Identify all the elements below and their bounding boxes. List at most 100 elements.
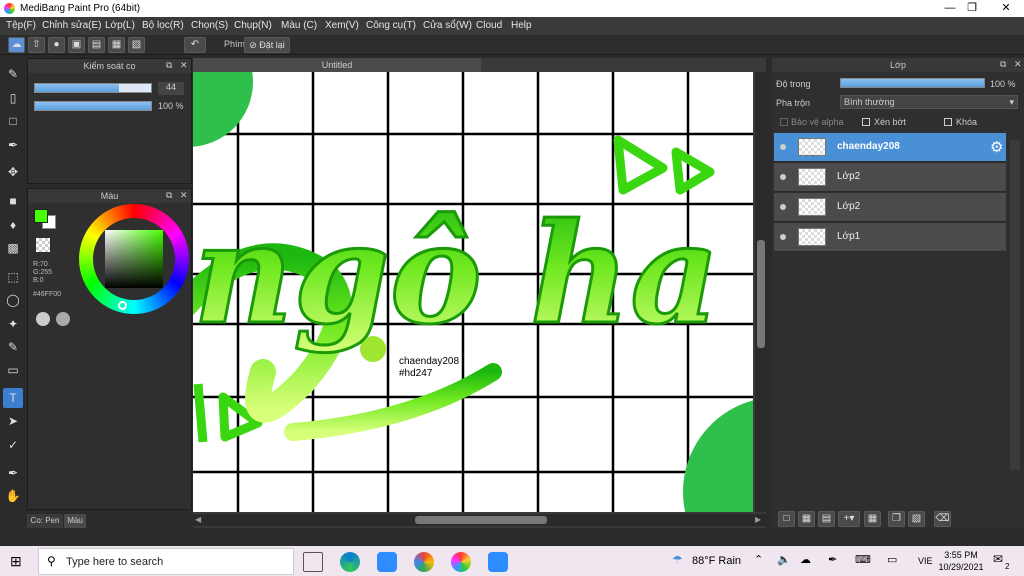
palette-alt-icon[interactable] [56, 312, 70, 326]
protect-alpha-checkbox[interactable] [780, 118, 788, 126]
duplicate-icon[interactable]: ❐ [888, 511, 905, 527]
tab-brush[interactable]: Co: Pen [27, 514, 63, 528]
visibility-icon[interactable] [780, 204, 786, 210]
visibility-icon[interactable] [780, 144, 786, 150]
brush-size-value[interactable]: 44 [158, 82, 184, 95]
hue-handle[interactable] [118, 301, 127, 310]
magic-wand-icon[interactable]: ✦ [3, 314, 23, 334]
display-icon[interactable]: ▭ [887, 553, 897, 566]
gradient-tool-icon[interactable]: ▩ [3, 238, 23, 258]
lasso-tool-icon[interactable]: ◯ [3, 290, 23, 310]
rect-tool-icon[interactable]: □ [3, 111, 23, 131]
brush-opacity-slider[interactable] [34, 101, 152, 111]
volume-icon[interactable]: 🔈 [777, 553, 791, 566]
windows-start-icon[interactable]: ⊞ [10, 553, 22, 570]
new-halftone-layer-icon[interactable]: ▦ [798, 511, 815, 527]
menu-cloud[interactable]: Cloud [476, 20, 502, 31]
reset-button[interactable]: ⊘ Đặt lại [244, 37, 290, 53]
select-pen-icon[interactable]: ✎ [3, 337, 23, 357]
tab-color[interactable]: Màu [64, 514, 86, 528]
layer-opacity-slider[interactable] [840, 78, 985, 88]
language-indicator[interactable]: VIE [918, 556, 933, 566]
menu-capture[interactable]: Chụp(N) [234, 20, 272, 31]
layer-row[interactable]: Lớp2 [774, 193, 1006, 222]
vertical-scrollbar[interactable] [755, 72, 767, 512]
comment-icon[interactable]: ● [48, 37, 65, 53]
cloud-icon[interactable]: ☁ [8, 37, 25, 53]
eyedropper-icon[interactable]: ✓ [3, 435, 23, 455]
select-eraser-icon[interactable]: ▭ [3, 360, 23, 380]
hue-ring[interactable] [79, 204, 189, 314]
operation-tool-icon[interactable]: ➤ [3, 411, 23, 431]
clock[interactable]: 3:55 PM 10/29/2021 [938, 549, 984, 573]
merge-icon[interactable]: ▧ [908, 511, 925, 527]
message-icon[interactable]: ▣ [68, 37, 85, 53]
layer-scrollbar[interactable] [1010, 140, 1020, 470]
page-icon[interactable]: ▤ [88, 37, 105, 53]
menu-color[interactable]: Màu (C) [281, 20, 317, 31]
edge-icon[interactable] [340, 552, 360, 572]
close-button[interactable]: ✕ [986, 0, 1024, 17]
menu-tools[interactable]: Công cụ(T) [366, 20, 416, 31]
scroll-thumb[interactable] [415, 516, 547, 524]
brush-size-slider[interactable] [34, 83, 152, 93]
move-tool-icon[interactable]: ✥ [3, 162, 23, 182]
layer-row[interactable]: chaenday208 ⚙ [774, 133, 1006, 162]
chrome-icon[interactable] [414, 552, 434, 572]
close-icon[interactable]: ✕ [180, 190, 188, 201]
transparent-swatch[interactable] [36, 238, 50, 252]
menu-select[interactable]: Chọn(S) [191, 20, 228, 31]
bucket-tool-icon[interactable]: ♦ [3, 215, 23, 235]
search-box[interactable]: ⚲ Type here to search [38, 548, 294, 575]
popout-icon[interactable]: ⧉ [166, 190, 172, 201]
brush-tool-icon[interactable]: ✎ [3, 64, 23, 84]
layer-row[interactable]: Lớp2 [774, 163, 1006, 192]
menu-view[interactable]: Xem(V) [325, 20, 359, 31]
zoom-icon[interactable] [488, 552, 508, 572]
cloud-icon[interactable]: ☁ [800, 553, 811, 566]
folder-icon[interactable]: ▦ [864, 511, 881, 527]
menu-edit[interactable]: Chỉnh sửa(E) [42, 20, 102, 31]
eraser-tool-icon[interactable]: ▯ [3, 88, 23, 108]
zoom-icon[interactable] [377, 552, 397, 572]
visibility-icon[interactable] [780, 174, 786, 180]
trash-icon[interactable]: ⌫ [934, 511, 951, 527]
notification-icon[interactable]: ✉ [993, 552, 1003, 566]
saturation-square[interactable] [105, 230, 163, 288]
lock-checkbox[interactable] [944, 118, 952, 126]
share-icon[interactable]: ⇧ [28, 37, 45, 53]
grid-icon[interactable]: ▧ [128, 37, 145, 53]
menu-file[interactable]: Tệp(F) [6, 20, 36, 31]
visibility-icon[interactable] [780, 234, 786, 240]
select-tool-icon[interactable]: ⬚ [3, 267, 23, 287]
new-8bit-layer-icon[interactable]: ▤ [818, 511, 835, 527]
pen-tool-icon[interactable]: ✒ [3, 135, 23, 155]
pen-icon[interactable]: ✒ [828, 553, 837, 566]
keyboard-icon[interactable]: ⌨ [855, 553, 871, 566]
popout-icon[interactable]: ⧉ [1000, 59, 1006, 70]
popout-icon[interactable]: ⧉ [166, 60, 172, 71]
close-icon[interactable]: ✕ [1014, 59, 1022, 70]
medibang-icon[interactable] [451, 552, 471, 572]
menu-layer[interactable]: Lớp(L) [105, 20, 135, 31]
scroll-left-icon[interactable]: ◀ [195, 515, 201, 524]
horizontal-scrollbar[interactable]: ◀ ▶ [193, 514, 766, 526]
hand-tool-icon[interactable]: ✋ [3, 486, 23, 506]
scroll-thumb[interactable] [757, 240, 765, 348]
drawing-canvas[interactable]: ngô ha :) chaenday208 #hd247 [193, 72, 753, 512]
layer-row[interactable]: Lớp1 [774, 223, 1006, 252]
clip-checkbox[interactable] [862, 118, 870, 126]
close-icon[interactable]: ✕ [180, 60, 188, 71]
gear-icon[interactable]: ⚙ [990, 138, 1003, 156]
chevron-up-icon[interactable]: ⌃ [754, 553, 763, 566]
menu-filter[interactable]: Bộ lọc(R) [142, 20, 184, 31]
fill-rect-icon[interactable]: ■ [3, 191, 23, 211]
dropper-icon[interactable]: ✒ [3, 463, 23, 483]
foreground-color-swatch[interactable] [34, 209, 48, 223]
menu-window[interactable]: Cửa sổ(W) [423, 20, 472, 31]
new-layer-icon[interactable]: □ [778, 511, 795, 527]
document-tab[interactable]: Untitled [193, 58, 481, 72]
palette-icon[interactable] [36, 312, 50, 326]
weather-text[interactable]: 88°F Rain [692, 555, 741, 567]
scroll-right-icon[interactable]: ▶ [755, 515, 761, 524]
